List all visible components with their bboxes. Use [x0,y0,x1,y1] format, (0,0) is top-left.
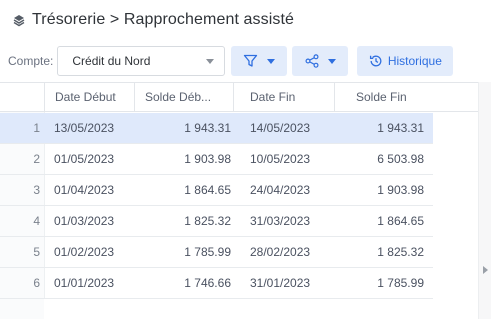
date-fin-cell[interactable]: 31/03/2023 [250,206,330,236]
historique-button[interactable]: Historique [357,46,454,76]
solde-fin-cell[interactable]: 1 864.65 [330,206,424,236]
solde-fin-cell[interactable]: 1 785.99 [330,268,424,298]
vertical-scrollbar[interactable] [478,82,491,319]
compte-select[interactable]: Crédit du Nord [57,46,226,76]
table-row[interactable]: 3 01/04/2023 1 864.65 24/04/2023 1 903.9… [0,175,433,206]
share-button[interactable] [292,46,349,76]
table-row[interactable]: 2 01/05/2023 1 903.98 10/05/2023 6 503.9… [0,144,433,175]
solde-fin-cell[interactable]: 1 943.31 [330,113,424,143]
row-number: 5 [33,245,40,259]
table-row[interactable]: 4 01/03/2023 1 825.32 31/03/2023 1 864.6… [0,206,433,237]
date-debut-cell[interactable]: 01/04/2023 [54,175,134,205]
row-number: 6 [33,276,40,290]
table-row[interactable]: 6 01/01/2023 1 746.66 31/01/2023 1 785.9… [0,268,433,299]
table-row[interactable]: 1 13/05/2023 1 943.31 14/05/2023 1 943.3… [0,113,433,144]
table-row[interactable]: 5 01/02/2023 1 785.99 28/02/2023 1 825.3… [0,237,433,268]
toolbar: Compte: Crédit du Nord Historique [0,42,491,80]
solde-debut-cell[interactable]: 1 903.98 [134,144,231,174]
filter-icon [243,54,258,68]
chevron-down-icon [267,58,276,64]
date-debut-cell[interactable]: 13/05/2023 [54,113,134,143]
treasury-icon [12,13,26,27]
row-number: 3 [33,183,40,197]
date-debut-cell[interactable]: 01/02/2023 [54,237,134,267]
column-header-solde-debut[interactable]: Solde Déb... [134,83,233,112]
column-header-solde-fin[interactable]: Solde Fin [334,83,433,112]
solde-debut-cell[interactable]: 1 746.66 [134,268,231,298]
compte-select-value: Crédit du Nord [72,54,151,68]
solde-fin-cell[interactable]: 1 825.32 [330,237,424,267]
solde-debut-cell[interactable]: 1 825.32 [134,206,231,236]
page-header: Trésorerie > Rapprochement assisté [0,0,491,40]
row-number: 1 [33,121,40,135]
column-header-date-fin[interactable]: Date Fin [233,83,334,112]
historique-label: Historique [387,54,442,68]
share-icon [305,54,319,68]
date-fin-cell[interactable]: 28/02/2023 [250,237,330,267]
row-number: 2 [33,152,40,166]
compte-label: Compte: [8,54,54,68]
date-fin-cell[interactable]: 31/01/2023 [250,268,330,298]
date-fin-cell[interactable]: 14/05/2023 [250,113,330,143]
solde-debut-cell[interactable]: 1 864.65 [134,175,231,205]
column-header-date-debut[interactable]: Date Début [44,83,134,112]
solde-fin-cell[interactable]: 6 503.98 [330,144,424,174]
page-title: Trésorerie > Rapprochement assisté [32,11,295,28]
solde-fin-cell[interactable]: 1 903.98 [330,175,424,205]
row-number: 4 [33,214,40,228]
date-debut-cell[interactable]: 01/01/2023 [54,268,134,298]
solde-debut-cell[interactable]: 1 785.99 [134,237,231,267]
grid-header: Date Début Solde Déb... Date Fin Solde F… [0,83,478,112]
date-fin-cell[interactable]: 10/05/2023 [250,144,330,174]
history-icon [369,54,383,68]
scroll-arrow-icon[interactable] [483,266,488,274]
solde-debut-cell[interactable]: 1 943.31 [134,113,231,143]
filter-button[interactable] [231,46,288,76]
date-fin-cell[interactable]: 24/04/2023 [250,175,330,205]
chevron-down-icon [206,59,215,64]
reconciliation-grid: Date Début Solde Déb... Date Fin Solde F… [0,82,478,319]
date-debut-cell[interactable]: 01/05/2023 [54,144,134,174]
chevron-down-icon [327,58,336,64]
date-debut-cell[interactable]: 01/03/2023 [54,206,134,236]
